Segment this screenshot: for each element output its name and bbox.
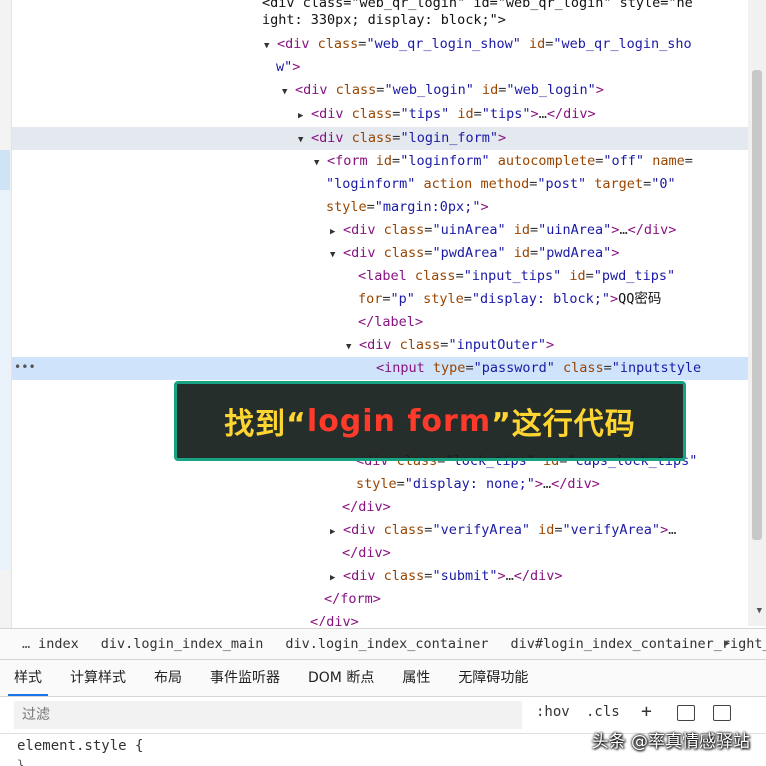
dom-node-line[interactable]: w"> [12,56,748,79]
dom-node-line[interactable]: ▶ <div class="submit">…</div> [12,565,748,588]
dom-node-line[interactable]: ▼ <div class="pwdArea" id="pwdArea"> [12,242,748,265]
dom-node-line[interactable]: ▼ <div class="web_qr_login_show" id="web_… [12,33,748,56]
tab-layout[interactable]: 布局 [140,660,196,696]
hov-toggle-button[interactable]: :hov [536,704,570,720]
breadcrumb-item[interactable]: div.login_index_main [101,636,264,652]
dom-node-line[interactable]: ▶ <div class="verifyArea" id="verifyArea"… [12,519,748,542]
dom-node-line[interactable]: ▼ <div class="web_login" id="web_login"> [12,79,748,102]
element-style-close: } [17,758,25,766]
scroll-down-arrow-icon[interactable]: ▼ [757,606,762,616]
gutter-highlight-lower [0,190,10,570]
tab-properties[interactable]: 属性 [388,660,444,696]
dom-node-line[interactable]: ▼ <div class="login_form"> [12,127,748,150]
dom-node-line[interactable]: </div> [12,496,748,519]
dom-node-line[interactable]: <label class="input_tips" id="pwd_tips" [12,265,748,288]
dom-node-line[interactable]: ight: 330px; display: block;"> [12,9,748,32]
breadcrumb-item[interactable]: div.login_index_container [285,636,488,652]
dom-node-line[interactable]: ▼ <form id="loginform" autocomplete="off"… [12,150,748,173]
toggle-sidebar-icon[interactable] [713,705,731,721]
tab-accessibility[interactable]: 无障碍功能 [444,660,542,696]
watermark-text: 头条 @率真情感驿站 [591,732,750,752]
dom-node-line[interactable]: </div> [12,542,748,565]
dom-node-line[interactable]: <input type="password" class="inputstyle [12,357,748,380]
breadcrumb-scroll-right-icon[interactable]: ▶ [724,638,730,649]
dom-node-line[interactable]: ▼ <div class="inputOuter"> [12,334,748,357]
dom-node-line[interactable]: style="display: none;">…</div> [12,473,748,496]
new-style-rule-button[interactable]: + [641,701,652,722]
cls-toggle-button[interactable]: .cls [586,704,620,720]
dom-node-line[interactable]: </form> [12,588,748,611]
breadcrumb-item[interactable]: index [38,636,79,652]
element-style-rule[interactable]: element.style { [17,738,143,754]
caption-prefix: 找到“ [224,407,307,442]
caption-overlay: 找到“ login form ”这行代码 [174,381,686,461]
paint-brush-icon[interactable] [677,705,695,721]
breadcrumb: … index div.login_index_main div.login_i… [0,628,766,659]
dom-node-line[interactable]: ▶ <div class="uinArea" id="uinArea">…</di… [12,219,748,242]
dom-tree-scrollbar[interactable]: ▼ [748,0,766,626]
dom-node-line[interactable]: </label> [12,311,748,334]
elements-dom-tree[interactable]: <div class="web_qr_login" id="web_qr_log… [12,0,748,626]
filter-input[interactable] [14,701,522,729]
dom-node-line[interactable]: style="margin:0px;"> [12,196,748,219]
caption-highlight: login form [306,403,492,439]
tab-dom-breakpoints[interactable]: DOM 断点 [294,660,388,696]
tab-computed[interactable]: 计算样式 [56,660,140,696]
dom-node-line[interactable]: ▶ <div class="tips" id="tips">…</div> [12,103,748,126]
tab-styles[interactable]: 样式 [0,660,56,696]
dom-node-line[interactable]: </div> [12,611,748,626]
dom-node-line[interactable]: "loginform" action method="post" target=… [12,173,748,196]
tab-event-listeners[interactable]: 事件监听器 [196,660,294,696]
dom-node-line[interactable]: for="p" style="display: block;">QQ密码 [12,288,748,311]
breadcrumb-overflow[interactable]: … [22,636,30,652]
scrollbar-thumb[interactable] [752,70,762,540]
styles-tabbar: 样式 计算样式 布局 事件监听器 DOM 断点 属性 无障碍功能 [0,659,766,697]
node-actions-ellipsis[interactable]: ••• [14,360,36,374]
caption-suffix: ”这行代码 [491,407,636,442]
gutter-highlight [0,150,10,190]
devtools-window: <div class="web_qr_login" id="web_qr_log… [0,0,766,766]
